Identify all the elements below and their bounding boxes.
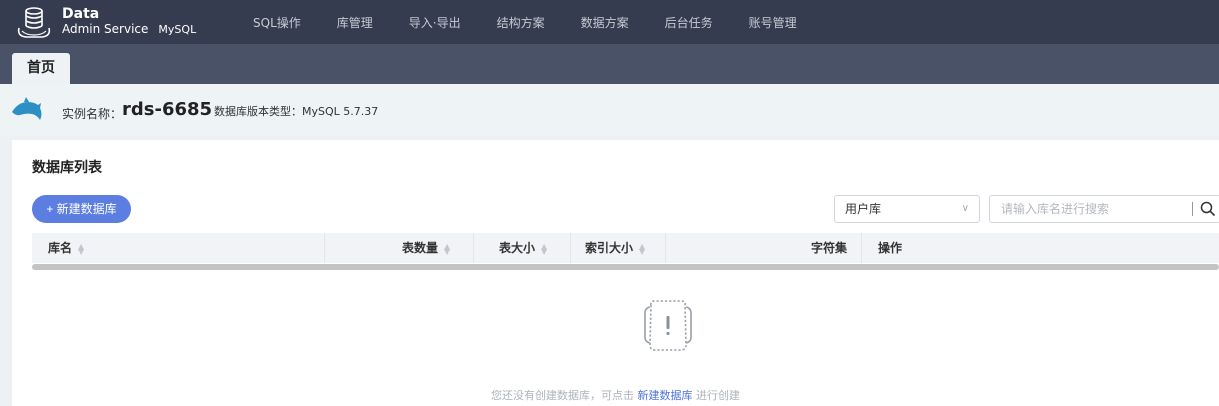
instance-info: 实例名称： rds-6685 数据库版本类型：MySQL 5.7.37 — [0, 84, 1219, 136]
tab-home[interactable]: 首页 — [12, 53, 70, 84]
panel-title: 数据库列表 — [32, 160, 102, 176]
col-table-size[interactable]: 表大小 ▲ ▼ — [499, 233, 547, 263]
table-header: 库名 ▲ ▼ 表数量 ▲ ▼ 表大小 ▲ ▼ 索引大小 ▲ ▼ 字符集 操作 — [32, 233, 1219, 263]
horizontal-scrollbar[interactable] — [32, 264, 1219, 270]
top-nav-bar: Data Admin Service MySQL SQL操作 库管理 导入·导出 … — [0, 0, 1219, 44]
col-table-count[interactable]: 表数量 ▲ ▼ — [402, 233, 450, 263]
tab-bar: 首页 — [0, 44, 1219, 84]
database-type-select[interactable]: 用户库 ∨ — [834, 195, 980, 223]
col-actions: 操作 — [878, 241, 903, 255]
column-divider — [861, 233, 862, 263]
main-nav: SQL操作 库管理 导入·导出 结构方案 数据方案 后台任务 账号管理 — [253, 0, 833, 44]
col-charset: 字符集 — [811, 241, 848, 255]
mysql-dolphin-icon — [12, 97, 42, 120]
nav-schema-plan[interactable]: 结构方案 — [497, 14, 545, 31]
empty-state-icon — [644, 300, 692, 351]
column-divider — [473, 233, 474, 263]
nav-data-plan[interactable]: 数据方案 — [581, 14, 629, 31]
nav-import-export[interactable]: 导入·导出 — [409, 14, 461, 31]
search-input[interactable] — [990, 196, 1190, 222]
empty-state-message: 您还没有创建数据库，可点击 新建数据库 进行创建 — [491, 389, 740, 402]
sort-icon[interactable]: ▲ ▼ — [444, 242, 450, 255]
instance-name: rds-6685 — [122, 99, 213, 120]
nav-sql[interactable]: SQL操作 — [253, 14, 301, 31]
nav-account-manage[interactable]: 账号管理 — [749, 14, 797, 31]
search-box — [989, 195, 1219, 223]
chevron-down-icon: ∨ — [961, 203, 969, 214]
column-divider — [665, 233, 666, 263]
logo-title: Data — [62, 6, 100, 22]
logo-engine: MySQL — [158, 23, 197, 36]
sort-icon[interactable]: ▲ ▼ — [639, 242, 645, 255]
col-index-size[interactable]: 索引大小 ▲ ▼ — [585, 233, 645, 263]
search-divider — [1192, 202, 1193, 216]
instance-name-label: 实例名称： — [62, 107, 123, 121]
database-logo-icon — [17, 7, 51, 38]
col-db-name[interactable]: 库名 ▲ ▼ — [48, 233, 84, 263]
logo-subtitle: Admin Service MySQL — [62, 22, 197, 36]
sort-icon[interactable]: ▲ ▼ — [541, 242, 547, 255]
nav-db-manage[interactable]: 库管理 — [337, 14, 373, 31]
new-database-button[interactable]: + 新建数据库 — [32, 195, 131, 223]
sort-icon[interactable]: ▲ ▼ — [78, 242, 84, 255]
app-logo[interactable]: Data Admin Service MySQL — [62, 7, 196, 37]
search-icon[interactable] — [1200, 201, 1216, 217]
column-divider — [570, 233, 571, 263]
new-database-link[interactable]: 新建数据库 — [638, 389, 693, 402]
instance-version: 数据库版本类型：MySQL 5.7.37 — [214, 105, 379, 118]
column-divider — [324, 233, 325, 263]
select-value: 用户库 — [845, 202, 882, 216]
nav-background-tasks[interactable]: 后台任务 — [665, 14, 713, 31]
database-list-panel: 数据库列表 + 新建数据库 用户库 ∨ 库名▲▼ 表数量▲▼ 表大小▲▼ 索引大… — [12, 140, 1219, 406]
